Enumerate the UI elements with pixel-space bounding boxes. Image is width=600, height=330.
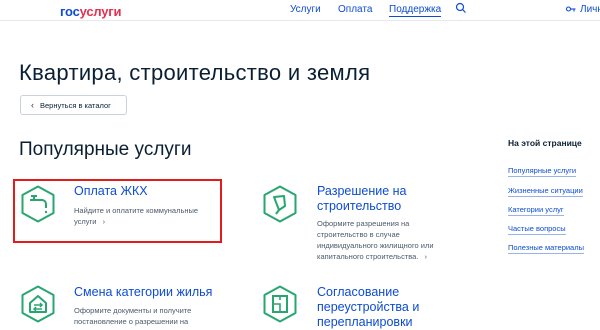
- popular-services-title: Популярные услуги: [19, 139, 192, 160]
- search-icon[interactable]: [455, 2, 467, 14]
- card-utilities-desc-line: услуги ›: [74, 217, 106, 226]
- on-this-page-title: На этой странице: [508, 138, 582, 148]
- card-title-line: Согласование: [317, 285, 400, 299]
- card-desc-line: Оформите документы и получите: [74, 306, 192, 315]
- page-title: Квартира, строительство и земля: [19, 60, 371, 85]
- header-divider: [0, 20, 600, 21]
- card-desc-line: постановление о разрешении на: [74, 317, 189, 326]
- account-link[interactable]: Личн: [580, 4, 600, 15]
- floorplan-icon: [263, 285, 297, 323]
- trowel-icon: [263, 185, 297, 223]
- card-title-line: Разрешение на: [317, 184, 407, 198]
- card-desc-line: Оформите разрешения на: [317, 219, 410, 228]
- gosuslugi-logo[interactable]: госуслуги: [60, 4, 122, 19]
- logo-part-gos: гос: [60, 4, 80, 19]
- back-button-label: Вернуться в каталог: [40, 100, 111, 110]
- card-desc-line: капитального строительства. ›: [317, 252, 428, 261]
- chevron-right-icon: ›: [102, 217, 106, 226]
- logo-part-uslugi: услуги: [79, 4, 122, 19]
- nav-payment[interactable]: Оплата: [338, 4, 372, 15]
- card-utilities-title[interactable]: Оплата ЖКХ: [74, 184, 148, 199]
- sidebar-link-popular[interactable]: Популярные услуги: [508, 166, 577, 177]
- nav-support[interactable]: Поддержка: [389, 4, 442, 17]
- house-swap-icon: [21, 285, 55, 323]
- sidebar-link-faq[interactable]: Частые вопросы: [508, 224, 566, 235]
- sidebar-link-categories[interactable]: Категории услуг: [508, 205, 564, 216]
- card-title-line: строительство: [317, 199, 402, 213]
- card-construction-permit-title[interactable]: Разрешение на строительство: [317, 184, 407, 214]
- card-title-line: перепланировки: [317, 315, 413, 329]
- sidebar-link-life-situations[interactable]: Жизненные ситуации: [508, 186, 583, 197]
- sidebar-link-materials[interactable]: Полезные материалы: [508, 243, 584, 254]
- chevron-right-icon: ›: [424, 252, 428, 261]
- back-to-catalog-button[interactable]: ‹ Вернуться в каталог: [20, 95, 127, 115]
- card-utilities-desc-line: Найдите и оплатите коммунальные: [74, 206, 199, 215]
- card-housing-category-title[interactable]: Смена категории жилья: [74, 285, 212, 300]
- card-housing-category-desc: Оформите документы и получите постановле…: [74, 305, 191, 327]
- faucet-icon: [21, 185, 55, 223]
- chevron-left-icon: ‹: [31, 100, 34, 110]
- card-construction-permit-desc: Оформите разрешения на строительство в с…: [317, 218, 434, 262]
- card-desc-line: строительство в случае: [317, 230, 400, 239]
- nav-support-label: Поддержка: [389, 4, 442, 17]
- nav-services[interactable]: Услуги: [290, 4, 321, 15]
- card-replanning-title[interactable]: Согласование переустройства и перепланир…: [317, 285, 419, 330]
- card-utilities-desc: Найдите и оплатите коммунальные услуги ›: [74, 205, 198, 227]
- card-title-line: переустройства и: [317, 300, 420, 314]
- card-desc-line: индивидуального жилищного или: [317, 241, 434, 250]
- key-icon: [566, 6, 576, 12]
